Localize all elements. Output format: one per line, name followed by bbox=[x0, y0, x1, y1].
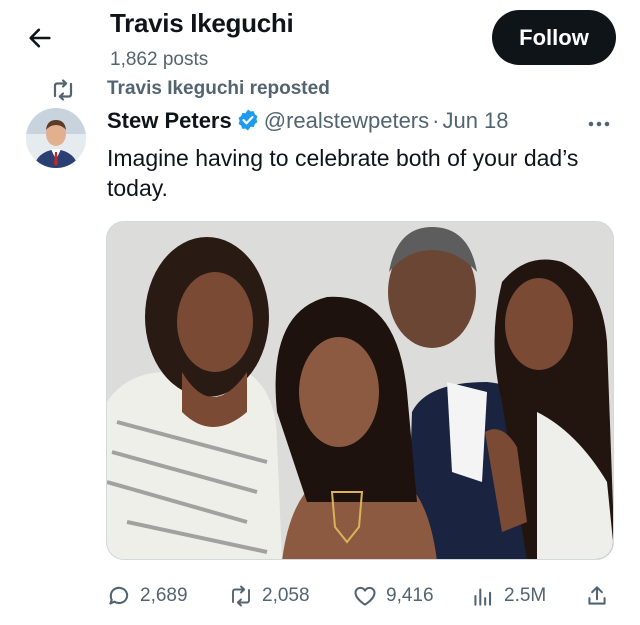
reply-icon bbox=[109, 586, 129, 605]
follow-button[interactable]: Follow bbox=[492, 10, 616, 65]
tweet-actions: 2,689 2,058 9,416 2.5M bbox=[0, 578, 640, 614]
share-action[interactable] bbox=[584, 578, 610, 614]
repost-action-icon bbox=[232, 585, 250, 607]
tweet-date[interactable]: Jun 18 bbox=[442, 108, 508, 133]
family-photo bbox=[107, 222, 613, 559]
repost-action[interactable]: 2,058 bbox=[228, 578, 310, 614]
more-options-icon[interactable] bbox=[584, 112, 614, 136]
view-count: 2.5M bbox=[504, 585, 547, 606]
author-name[interactable]: Stew Peters bbox=[107, 108, 232, 133]
profile-name: Travis Ikeguchi bbox=[110, 8, 294, 38]
avatar-image bbox=[26, 108, 86, 168]
profile-header: Travis Ikeguchi 1,862 posts Follow bbox=[0, 0, 640, 80]
post-count: 1,862 posts bbox=[110, 49, 209, 70]
arrow-left-icon[interactable] bbox=[26, 24, 54, 52]
share-icon bbox=[588, 586, 606, 605]
repost-icon bbox=[53, 79, 73, 101]
repost-label[interactable]: Travis Ikeguchi reposted bbox=[107, 78, 330, 100]
reply-action[interactable]: 2,689 bbox=[106, 578, 188, 614]
views-chart-icon bbox=[474, 588, 492, 606]
reply-count: 2,689 bbox=[140, 585, 188, 606]
avatar[interactable] bbox=[26, 108, 86, 168]
heart-icon bbox=[354, 586, 376, 606]
repost-count: 2,058 bbox=[262, 585, 310, 606]
views-action[interactable]: 2.5M bbox=[470, 578, 546, 614]
tweet-text: Imagine having to celebrate both of your… bbox=[107, 145, 579, 201]
author-handle[interactable]: @realstewpeters bbox=[264, 108, 429, 133]
repost-indicator: Travis Ikeguchi reposted bbox=[0, 76, 640, 104]
like-action[interactable]: 9,416 bbox=[352, 578, 434, 614]
verified-badge-icon bbox=[238, 109, 258, 131]
tweet-header: Stew Peters @realstewpeters · Jun 18 bbox=[107, 108, 509, 140]
tweet-media-image[interactable] bbox=[106, 221, 614, 560]
separator-dot: · bbox=[432, 108, 440, 133]
like-count: 9,416 bbox=[386, 585, 434, 606]
